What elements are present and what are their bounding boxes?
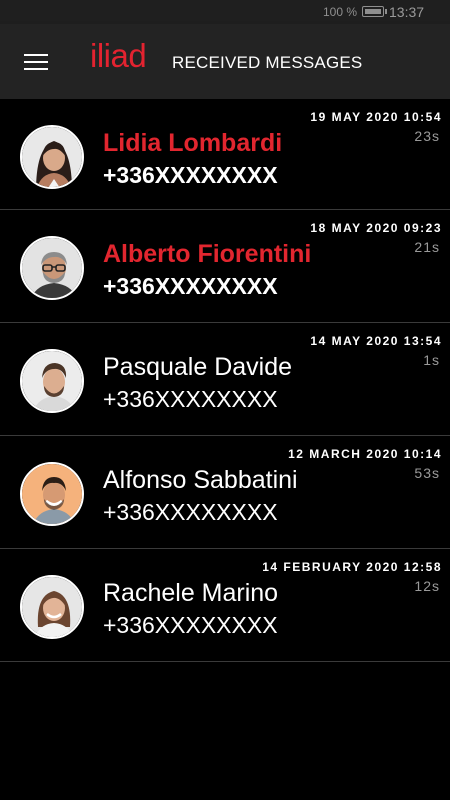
- battery-percentage: 100 %: [323, 5, 358, 19]
- contact-name: Lidia Lombardi: [103, 129, 283, 157]
- contact-avatar: [20, 236, 84, 300]
- message-row[interactable]: Alberto Fiorentini +336XXXXXXXX 18 MAY 2…: [0, 210, 450, 323]
- contact-number: +336XXXXXXXX: [103, 162, 278, 188]
- contact-avatar: [20, 575, 84, 639]
- message-duration: 1s: [423, 352, 440, 368]
- message-duration: 12s: [414, 578, 440, 594]
- message-timestamp: 19 MAY 2020 10:54: [310, 110, 442, 124]
- message-row[interactable]: Rachele Marino +336XXXXXXXX 14 FEBRUARY …: [0, 549, 450, 662]
- hamburger-menu-icon[interactable]: [24, 54, 48, 71]
- contact-number: +336XXXXXXXX: [103, 273, 278, 299]
- message-timestamp: 12 MARCH 2020 10:14: [288, 447, 442, 461]
- contact-avatar: [20, 125, 84, 189]
- message-timestamp: 14 MAY 2020 13:54: [310, 334, 442, 348]
- status-clock: 13:37: [389, 4, 425, 20]
- message-duration: 53s: [414, 465, 440, 481]
- message-duration: 21s: [414, 239, 440, 255]
- contact-avatar: [20, 462, 84, 526]
- message-timestamp: 14 FEBRUARY 2020 12:58: [262, 560, 442, 574]
- contact-number: +336XXXXXXXX: [103, 499, 278, 525]
- app-bar: iliad RECEIVED MESSAGES: [0, 24, 450, 99]
- message-row[interactable]: Lidia Lombardi +336XXXXXXXX 19 MAY 2020 …: [0, 99, 450, 210]
- message-list: Lidia Lombardi +336XXXXXXXX 19 MAY 2020 …: [0, 99, 450, 662]
- contact-number: +336XXXXXXXX: [103, 612, 278, 638]
- message-timestamp: 18 MAY 2020 09:23: [310, 221, 442, 235]
- message-duration: 23s: [414, 128, 440, 144]
- page-title: RECEIVED MESSAGES: [172, 53, 363, 72]
- message-row[interactable]: Alfonso Sabbatini +336XXXXXXXX 12 MARCH …: [0, 436, 450, 549]
- message-row[interactable]: Pasquale Davide +336XXXXXXXX 14 MAY 2020…: [0, 323, 450, 436]
- contact-number: +336XXXXXXXX: [103, 386, 278, 412]
- contact-name: Rachele Marino: [103, 579, 279, 607]
- contact-name: Pasquale Davide: [103, 353, 293, 381]
- contact-avatar: [20, 349, 84, 413]
- status-bar: 100 % 13:37: [0, 0, 450, 24]
- contact-name: Alberto Fiorentini: [103, 240, 312, 268]
- battery-icon: [362, 6, 387, 17]
- contact-name: Alfonso Sabbatini: [103, 466, 298, 494]
- iliad-logo: iliad: [90, 37, 147, 74]
